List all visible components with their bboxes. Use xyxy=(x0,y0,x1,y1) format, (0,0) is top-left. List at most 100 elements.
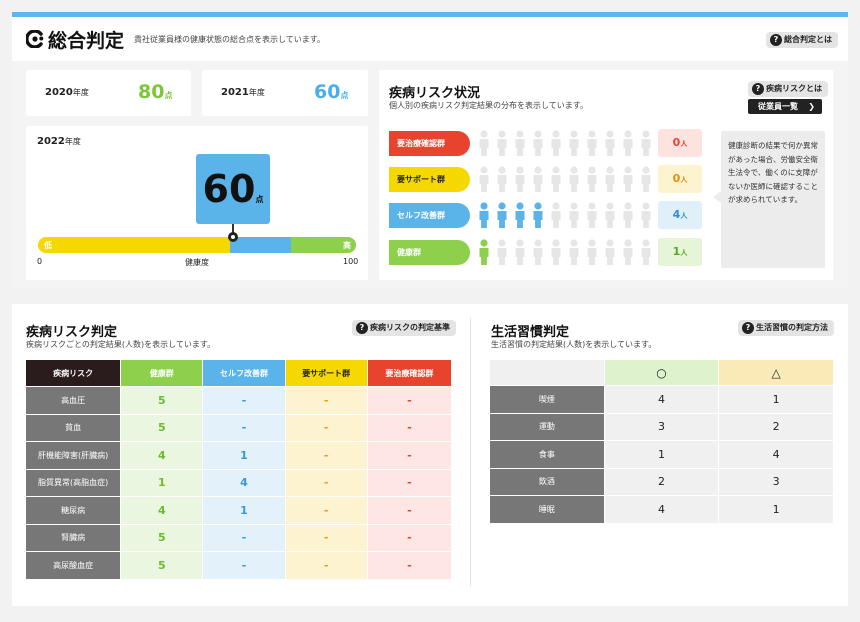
risk-group-people xyxy=(478,202,652,232)
year-suffix-2022: 年度 xyxy=(64,137,81,146)
person-icon xyxy=(586,166,598,196)
table-cell: 4 xyxy=(121,497,203,524)
person-icon xyxy=(514,202,526,232)
score-value-2020: 80点 xyxy=(138,81,172,103)
lifestyle-table: ○ △ 喫煙 4 1 運動 3 2 食事 1 4 飲酒 2 3 睡眠 4 1 xyxy=(489,359,834,524)
table-cell: 3 xyxy=(604,413,719,440)
year-suffix-2021: 年度 xyxy=(248,88,265,97)
person-icon xyxy=(514,239,526,269)
disease-criteria-button[interactable]: ? 疾病リスクの判定基準 xyxy=(352,320,456,336)
table-cell: 2 xyxy=(604,468,719,495)
risk-group-count: 1人 xyxy=(658,238,702,266)
table-cell: - xyxy=(285,469,367,496)
page-title: 総合判定 xyxy=(48,30,125,52)
disease-table-subtitle: 疾病リスクごとの判定結果(人数)を表示しています。 xyxy=(26,340,216,349)
risk-group-tag: 要サポート群 xyxy=(389,167,470,192)
person-icon xyxy=(496,166,508,196)
column-header: 要治療確認群 xyxy=(367,360,451,386)
table-cell: - xyxy=(367,497,451,524)
table-cell: 4 xyxy=(604,496,719,523)
table-cell: 4 xyxy=(604,386,719,413)
count-unit: 人 xyxy=(680,140,688,148)
year-2020: 2020 xyxy=(45,87,73,98)
person-icon xyxy=(568,202,580,232)
table-cell: - xyxy=(203,552,285,579)
person-icon xyxy=(496,202,508,232)
table-row: 喫煙 4 1 xyxy=(490,386,833,413)
row-header: 高尿酸血症 xyxy=(26,552,121,579)
question-icon: ? xyxy=(752,83,764,95)
current-score-value: 60 xyxy=(202,167,256,211)
person-icon xyxy=(550,239,562,269)
person-icon xyxy=(496,239,508,269)
row-header: 腎臓病 xyxy=(26,524,121,551)
table-cell: - xyxy=(367,387,451,414)
overall-help-label: 総合判定とは xyxy=(784,35,832,44)
risk-status-subtitle: 個人別の疾病リスク判定結果の分布を表示しています。 xyxy=(389,101,588,110)
person-icon xyxy=(550,166,562,196)
lifestyle-table-title: 生活習慣判定 xyxy=(491,325,570,340)
table-row: 脂質異常(高脂血症) 1 4- - xyxy=(26,469,451,496)
person-icon xyxy=(532,166,544,196)
column-header: 疾病リスク xyxy=(26,360,121,386)
question-icon: ? xyxy=(742,322,754,334)
column-header: △ xyxy=(719,360,833,385)
risk-group-tag: 要治療確認群 xyxy=(389,131,470,156)
lifestyle-method-button[interactable]: ? 生活習慣の判定方法 xyxy=(738,320,834,336)
risk-group-tag: 健康群 xyxy=(389,240,470,265)
table-cell: - xyxy=(203,387,285,414)
person-icon xyxy=(604,239,616,269)
overall-help-button[interactable]: ? 総合判定とは xyxy=(766,32,838,48)
person-icon xyxy=(532,130,544,160)
disease-criteria-label: 疾病リスクの判定基準 xyxy=(370,323,450,332)
table-cell: 2 xyxy=(719,413,833,440)
table-row: 糖尿病 4 1- - xyxy=(26,497,451,524)
person-icon xyxy=(622,202,634,232)
table-cell: 5 xyxy=(121,414,203,441)
risk-group-count: 4人 xyxy=(658,201,702,229)
person-icon xyxy=(640,202,652,232)
person-icon xyxy=(478,166,490,196)
person-icon xyxy=(640,239,652,269)
risk-help-button[interactable]: ? 疾病リスクとは xyxy=(748,81,828,97)
employee-list-button[interactable]: 従業員一覧 ❯ xyxy=(748,99,822,114)
row-header: 肝機能障害(肝臓病) xyxy=(26,442,121,469)
row-header: 飲酒 xyxy=(490,468,604,495)
risk-status-title: 疾病リスク状況 xyxy=(389,86,481,101)
column-header: セルフ改善群 xyxy=(203,360,285,386)
person-icon xyxy=(568,130,580,160)
lifestyle-table-subtitle: 生活習慣の判定結果(人数)を表示しています。 xyxy=(491,340,657,349)
table-cell: - xyxy=(285,414,367,441)
table-row: 高血圧 5- - - xyxy=(26,387,451,414)
count-unit: 人 xyxy=(680,249,688,257)
current-score-unit: 点 xyxy=(255,195,264,204)
table-cell: 4 xyxy=(203,469,285,496)
table-row: 貧血 5- - - xyxy=(26,414,451,441)
risk-help-label: 疾病リスクとは xyxy=(766,84,822,93)
year-label-2022: 2022年度 xyxy=(37,136,81,147)
table-cell: - xyxy=(285,552,367,579)
table-row: 高尿酸血症 5- - - xyxy=(26,552,451,579)
table-cell: 5 xyxy=(121,552,203,579)
lifestyle-method-label: 生活習慣の判定方法 xyxy=(756,323,828,332)
year-2022: 2022 xyxy=(37,136,65,147)
gauge-high-label: 高 xyxy=(343,241,351,250)
gauge-axis-label: 健康度 xyxy=(185,258,209,267)
person-icon xyxy=(640,166,652,196)
page-subtitle: 貴社従業員様の健康状態の総合点を表示しています。 xyxy=(134,35,325,44)
person-icon xyxy=(478,130,490,160)
gauge-segment-low xyxy=(38,237,231,253)
table-cell: - xyxy=(285,524,367,551)
person-icon xyxy=(604,202,616,232)
risk-group-tag: セルフ改善群 xyxy=(389,203,470,228)
person-icon xyxy=(604,130,616,160)
table-row: 運動 3 2 xyxy=(490,413,833,440)
risk-group-count: 0人 xyxy=(658,129,702,157)
score-value-2021: 60点 xyxy=(314,81,348,103)
table-cell: - xyxy=(367,414,451,441)
person-icon xyxy=(478,239,490,269)
person-icon xyxy=(478,202,490,232)
column-header: 健康群 xyxy=(121,360,203,386)
table-cell: - xyxy=(285,497,367,524)
person-icon xyxy=(568,239,580,269)
